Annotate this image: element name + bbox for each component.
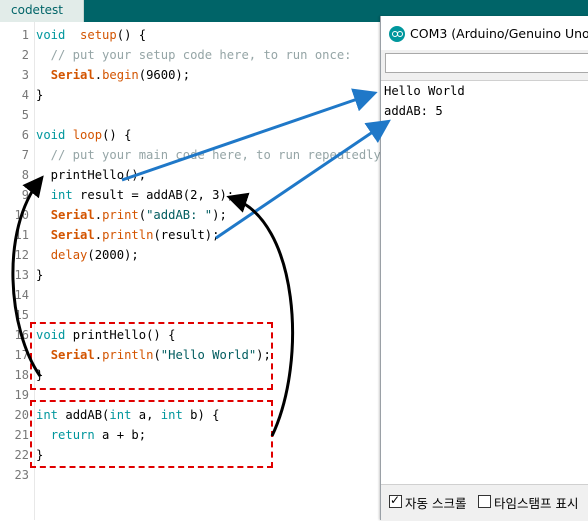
code-line: Serial.begin(9600); — [36, 65, 190, 85]
line-number: 2 — [21, 48, 29, 62]
line-number: 22 — [14, 448, 29, 462]
line-number: 1 — [21, 28, 29, 42]
code-token: "addAB: " — [146, 208, 213, 222]
addab-function-highlight — [30, 400, 273, 468]
code-token: println — [102, 228, 154, 242]
printhello-function-highlight — [30, 322, 273, 390]
code-token: // put your main code here, to run repea… — [36, 148, 389, 162]
line-number: 12 — [14, 248, 29, 262]
line-number: 6 — [21, 128, 29, 142]
serial-monitor-footer: 자동 스크롤 타임스탬프 표시 — [381, 484, 588, 521]
tab-label: codetest — [11, 3, 63, 17]
code-token: Serial — [50, 228, 95, 242]
tab-codetest[interactable]: codetest — [0, 0, 84, 22]
code-token: printHello(); — [36, 168, 147, 182]
serial-monitor-window: COM3 (Arduino/Genuino Uno) Hello World a… — [380, 16, 588, 521]
code-line: // put your main code here, to run repea… — [36, 145, 389, 165]
code-line: void setup() { — [36, 25, 146, 45]
code-token: . — [94, 208, 103, 222]
serial-output-area[interactable]: Hello World addAB: 5 — [381, 80, 588, 485]
serial-output-line: addAB: 5 — [384, 104, 443, 118]
line-number: 23 — [14, 468, 29, 482]
code-token: . — [94, 228, 103, 242]
line-number: 10 — [14, 208, 29, 222]
code-token: void — [36, 28, 66, 42]
line-number: 19 — [14, 388, 29, 402]
line-number: 17 — [14, 348, 29, 362]
code-token: setup — [80, 28, 117, 42]
line-number: 16 — [14, 328, 29, 342]
line-number: 20 — [14, 408, 29, 422]
code-token: result = addAB(2, 3); — [72, 188, 235, 202]
code-token: ); — [212, 208, 227, 222]
line-number: 8 — [21, 168, 29, 182]
serial-send-input[interactable] — [385, 53, 588, 73]
code-token: int — [50, 188, 73, 202]
code-token: (2000); — [87, 248, 139, 262]
line-number: 11 — [14, 228, 29, 242]
code-token: . — [94, 68, 103, 82]
code-token: (result); — [153, 228, 220, 242]
line-number: 21 — [14, 428, 29, 442]
code-token: () { — [102, 128, 132, 142]
line-number: 5 — [21, 108, 29, 122]
code-line: int result = addAB(2, 3); — [36, 185, 234, 205]
code-line: Serial.print("addAB: "); — [36, 205, 227, 225]
code-token: delay — [50, 248, 88, 262]
code-token: } — [36, 268, 44, 282]
code-token: loop — [72, 128, 103, 142]
code-line: printHello(); — [36, 165, 146, 185]
line-number: 7 — [21, 148, 29, 162]
autoscroll-checkbox[interactable] — [389, 493, 402, 508]
code-line: delay(2000); — [36, 245, 139, 265]
code-token: // put your setup code here, to run once… — [36, 48, 352, 62]
code-token: (9600); — [138, 68, 191, 82]
code-token: Serial — [50, 68, 95, 82]
line-number: 14 — [14, 288, 29, 302]
serial-monitor-titlebar: COM3 (Arduino/Genuino Uno) — [381, 16, 588, 50]
code-token: Serial — [50, 208, 95, 222]
line-number: 13 — [14, 268, 29, 282]
code-token: () { — [116, 28, 147, 42]
code-token: } — [36, 88, 44, 102]
code-token: ( — [138, 208, 147, 222]
code-line: } — [36, 85, 43, 105]
line-number: 15 — [14, 308, 29, 322]
line-number: 3 — [21, 68, 29, 82]
line-number: 9 — [21, 188, 29, 202]
timestamp-label: 타임스탬프 표시 — [494, 496, 579, 511]
serial-input-area — [381, 50, 588, 80]
line-number: 4 — [21, 88, 29, 102]
arduino-logo-icon — [389, 26, 405, 42]
code-token: print — [102, 208, 139, 222]
serial-monitor-title: COM3 (Arduino/Genuino Uno) — [410, 26, 588, 41]
serial-output-line: Hello World — [384, 84, 465, 98]
code-token: void — [36, 128, 66, 142]
line-number: 18 — [14, 368, 29, 382]
autoscroll-label: 자동 스크롤 — [405, 496, 467, 511]
code-line: Serial.println(result); — [36, 225, 220, 245]
code-line: void loop() { — [36, 125, 131, 145]
code-token: begin — [102, 68, 139, 82]
code-line: } — [36, 265, 43, 285]
timestamp-checkbox[interactable] — [478, 495, 491, 508]
code-line: // put your setup code here, to run once… — [36, 45, 352, 65]
